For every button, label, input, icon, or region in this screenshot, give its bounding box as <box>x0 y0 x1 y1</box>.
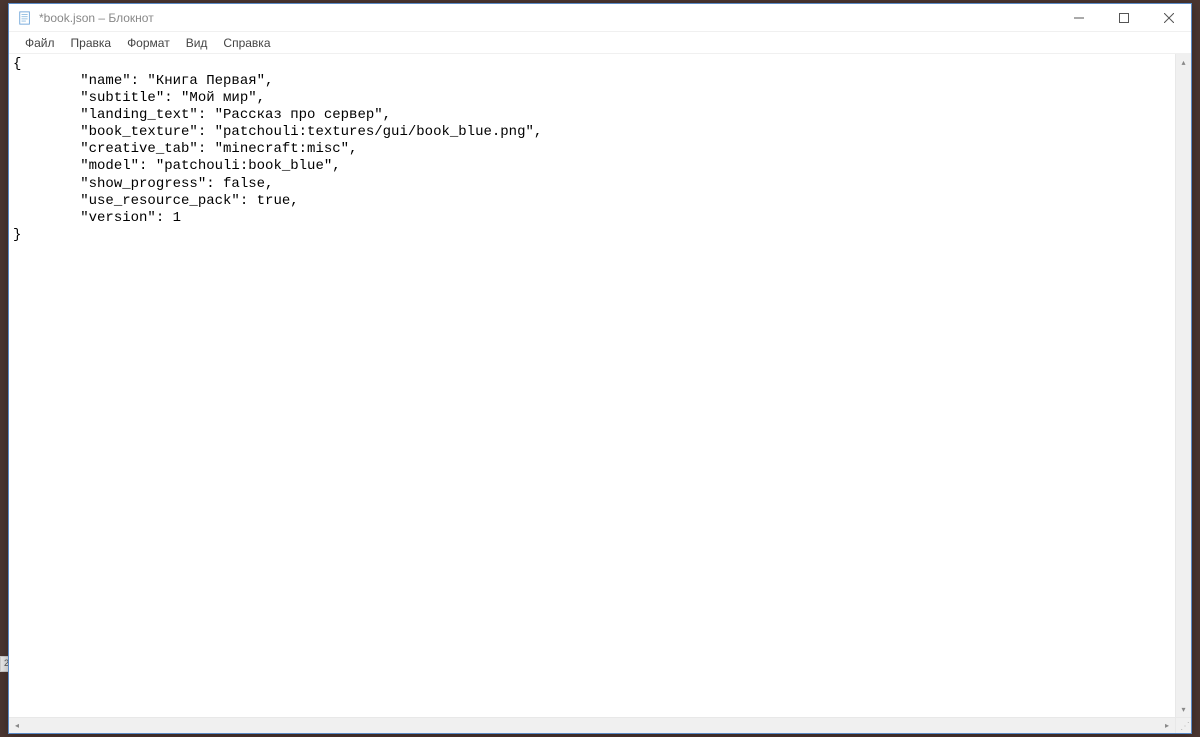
menu-file[interactable]: Файл <box>17 34 63 52</box>
menu-edit[interactable]: Правка <box>63 34 120 52</box>
maximize-button[interactable] <box>1101 4 1146 31</box>
close-button[interactable] <box>1146 4 1191 31</box>
menu-help[interactable]: Справка <box>215 34 278 52</box>
window-title: *book.json – Блокнот <box>39 11 154 25</box>
text-editor[interactable]: { "name": "Книга Первая", "subtitle": "М… <box>9 54 1175 717</box>
app-icon <box>17 10 33 26</box>
menu-view[interactable]: Вид <box>178 34 216 52</box>
resize-grip-icon[interactable]: ⋰ <box>1175 718 1191 733</box>
window-controls <box>1056 4 1191 31</box>
scroll-down-icon[interactable]: ▾ <box>1176 701 1191 717</box>
scroll-right-icon[interactable]: ▸ <box>1159 718 1175 733</box>
minimize-button[interactable] <box>1056 4 1101 31</box>
scroll-left-icon[interactable]: ◂ <box>9 718 25 733</box>
titlebar[interactable]: *book.json – Блокнот <box>9 4 1191 32</box>
hscroll-track[interactable] <box>25 718 1159 733</box>
menubar: Файл Правка Формат Вид Справка <box>9 32 1191 54</box>
scroll-up-icon[interactable]: ▴ <box>1176 54 1191 70</box>
vertical-scrollbar[interactable]: ▴ ▾ <box>1175 54 1191 717</box>
menu-format[interactable]: Формат <box>119 34 178 52</box>
horizontal-scrollbar[interactable]: ◂ ▸ ⋰ <box>9 717 1191 733</box>
editor-area: { "name": "Книга Первая", "subtitle": "М… <box>9 54 1191 717</box>
notepad-window: *book.json – Блокнот Файл Правка Формат … <box>8 3 1192 734</box>
